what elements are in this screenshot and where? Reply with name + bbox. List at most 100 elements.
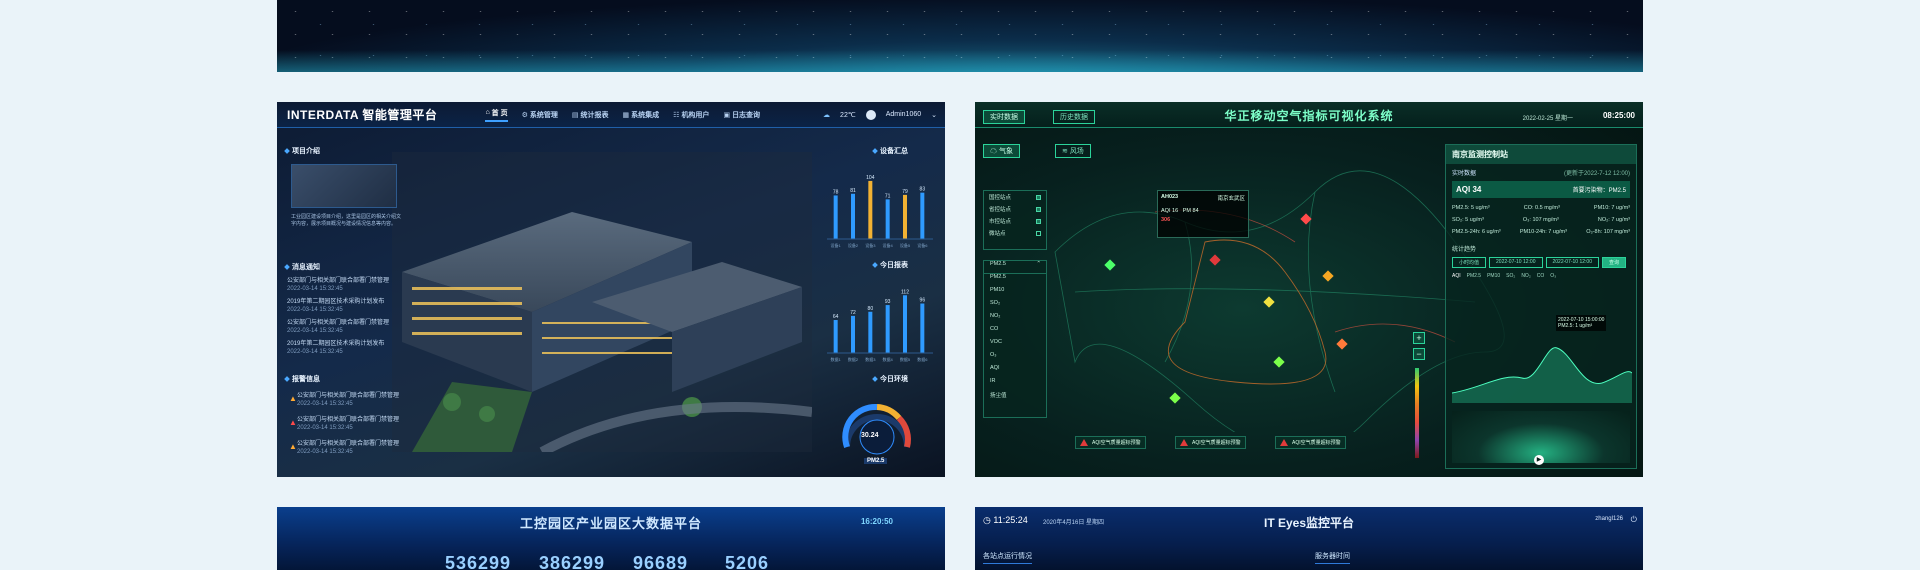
category-label: 设备1 — [831, 242, 842, 248]
panel-title-devices: 设备汇总 — [873, 146, 908, 156]
series-tab[interactable]: O₃ — [1550, 273, 1556, 279]
panel-title-report: 今日报表 — [873, 260, 908, 270]
industrial-park-card[interactable]: 工控园区产业园区大数据平台 16:20:50 536299 386299 966… — [277, 507, 945, 570]
query-button[interactable]: 查询 — [1601, 257, 1626, 268]
power-icon[interactable]: ⏻ — [1631, 515, 1637, 525]
aqi-color-scale — [1415, 368, 1419, 458]
air-quality-dashboard-card[interactable]: 华正移动空气指标可视化系统 实时数据 历史数据 2022-02-25 星期一 0… — [975, 102, 1643, 477]
stat-number: 386299 — [539, 553, 606, 570]
brand-title: INTERDATA 智能管理平台 — [287, 108, 438, 122]
nav-logs[interactable]: ▣ 日志查询 — [723, 108, 760, 122]
pollutant-option[interactable]: IR — [984, 378, 1046, 391]
series-tab[interactable]: AQI — [1452, 273, 1461, 279]
user-name[interactable]: Admin1060 — [886, 111, 921, 118]
alarm-item[interactable]: 公安部门与相关部门联合部署门禁管理 2022-03-14 15:32:45 — [297, 416, 407, 432]
play-icon[interactable]: ▶ — [1534, 455, 1544, 465]
alert-item[interactable]: AQI空气质量超标预警 — [1175, 436, 1246, 449]
alert-item[interactable]: AQI空气质量超标预警 — [1275, 436, 1346, 449]
news-item[interactable]: 公安部门与相关部门联合部署门禁管理 2022-03-14 15:32:45 — [287, 319, 397, 335]
date-text: 2022-02-25 星期一 — [1522, 116, 1573, 122]
category-label: 设备2 — [848, 242, 859, 248]
pollutant-option[interactable]: CO — [984, 326, 1046, 339]
warning-icon: ▲ — [289, 394, 297, 403]
nav-integration[interactable]: ▦ 系统集成 — [623, 108, 660, 122]
series-tab[interactable]: NO₂ — [1521, 273, 1530, 279]
clock-text: 16:20:50 — [860, 517, 893, 526]
intro-text: 工业园区建设项目介绍，这里是园区的相关介绍文字内容，展示项目概况与建设情况信息等… — [291, 214, 402, 227]
bar — [920, 303, 925, 353]
bar — [885, 305, 890, 353]
stat-number: 5206 — [725, 553, 770, 570]
category-label: 设备6 — [917, 242, 928, 248]
section-title: 服务器时间 — [1315, 551, 1350, 564]
pollutant-option[interactable]: PM2.5 — [984, 274, 1046, 287]
it-eyes-card[interactable]: ◷ 11:25:24 2020年4月16日 星期四 IT Eyes监控平台 zh… — [975, 507, 1643, 570]
layer-row[interactable]: 国控站点 — [984, 191, 1046, 203]
zoom-in-button[interactable]: + — [1413, 332, 1425, 344]
pollutant-table: PM2.5: 5 ug/m³ CO: 0.5 mg/m³ PM10: 7 ug/m³… — [1446, 198, 1636, 242]
category-label: 数据5 — [900, 356, 911, 362]
chevron-up-icon: ⌃ — [1036, 261, 1041, 267]
layer-row[interactable]: 市控站点 — [984, 215, 1046, 227]
nav-home[interactable]: ⌂ 首 页 — [485, 108, 508, 122]
news-item[interactable]: 2019年第二期园区技术采购计划发布 2022-03-14 15:32:45 — [287, 298, 397, 314]
chart-tooltip: 2022-07-10 15:00:00 PM2.5: 1 ug/m³ — [1556, 315, 1607, 331]
realtime-button[interactable]: 实时数据 — [983, 110, 1025, 124]
user-name[interactable]: zhangl126 — [1595, 516, 1623, 522]
pollutant-row: PM2.5: 5 ug/m³ CO: 0.5 mg/m³ PM10: 7 ug/m³ — [1452, 205, 1630, 211]
series-tab[interactable]: CO — [1537, 273, 1545, 279]
pollutant-select[interactable]: PM2.5 ⌃ — [984, 261, 1046, 274]
interval-select[interactable]: 小时均值 — [1452, 257, 1487, 268]
pollutant-option[interactable]: O₃ — [984, 352, 1046, 365]
nav-system[interactable]: ⚙ 系统管理 — [522, 108, 558, 122]
category-label: 设备5 — [900, 242, 911, 248]
pollutant-option[interactable]: SO₂ — [984, 300, 1046, 313]
zoom-out-button[interactable]: − — [1413, 348, 1425, 360]
bar — [833, 320, 838, 353]
pollutant-option[interactable]: NO₂ — [984, 313, 1046, 326]
alarm-item[interactable]: 公安部门与相关部门联合部署门禁管理 2022-03-14 15:32:45 — [297, 440, 407, 456]
pollutant-row: PM2.5-24h: 6 ug/m³ PM10-24h: 7 ug/m³ O₃-8h… — [1452, 229, 1630, 235]
series-tab[interactable]: SO₂ — [1506, 273, 1515, 279]
update-time: (更新于2022-7-12 12:00) — [1563, 171, 1630, 177]
chevron-down-icon[interactable]: ⌄ — [931, 111, 937, 119]
main-nav: ⌂ 首 页 ⚙ 系统管理 ▤ 统计报表 ▦ 系统集成 ☷ 机构用户 ▣ 日志查询 — [485, 108, 760, 122]
nav-reports[interactable]: ▤ 统计报表 — [572, 108, 609, 122]
pollutant-option[interactable]: VOC — [984, 339, 1046, 352]
bar-value-label: 96 — [920, 298, 926, 304]
end-date-input[interactable]: 2022-07-10 12:00 — [1545, 257, 1599, 268]
interdata-dashboard-card[interactable]: INTERDATA 智能管理平台 ⌂ 首 页 ⚙ 系统管理 ▤ 统计报表 ▦ 系… — [277, 102, 945, 477]
series-tab[interactable]: PM10 — [1487, 273, 1500, 279]
region-map — [1054, 170, 1505, 432]
panel-title-news: 消息通知 — [285, 262, 320, 272]
alert-item[interactable]: AQI空气质量超标预警 — [1075, 436, 1146, 449]
bar-value-label: 64 — [833, 314, 839, 320]
layer-row[interactable]: 微站点 — [984, 227, 1046, 239]
bar — [868, 180, 873, 239]
category-label: 数据2 — [848, 356, 859, 362]
news-item[interactable]: 2019年第二期园区技术采购计划发布 2022-03-14 15:32:45 — [287, 340, 397, 356]
series-tab[interactable]: PM2.5 — [1467, 273, 1481, 279]
pollutant-option[interactable]: AQI — [984, 365, 1046, 378]
nav-users[interactable]: ☷ 机构用户 — [673, 108, 709, 122]
history-button[interactable]: 历史数据 — [1053, 110, 1095, 124]
tab-wind[interactable]: ≋ 风场 — [1055, 144, 1091, 158]
aqi-trend-chart — [1452, 347, 1632, 403]
pollutant-row: SO₂: 5 ug/m³ O₃: 107 mg/m³ NO₂: 7 ug/m³ — [1452, 217, 1630, 223]
device-bar-chart: 78 设备1 81 设备2 104 设备3 71 设备4 79 设备5 83 设备6 — [827, 175, 933, 248]
panel-title-intro: 项目介绍 — [285, 146, 320, 156]
layer-panel: 国控站点 省控站点 市控站点 微站点 — [983, 190, 1047, 250]
start-date-input[interactable]: 2022-07-10 12:00 — [1489, 257, 1543, 268]
bar — [868, 311, 873, 353]
category-label: 数据3 — [865, 356, 876, 362]
layer-row[interactable]: 省控站点 — [984, 203, 1046, 215]
pollutant-option[interactable]: PM10 — [984, 287, 1046, 300]
bar-value-label: 78 — [833, 189, 839, 195]
avatar[interactable] — [865, 109, 876, 120]
pm25-gauge — [842, 403, 911, 455]
tab-weather[interactable]: ☁ 气象 — [983, 144, 1020, 158]
date-text: 2020年4月16日 星期四 — [1043, 520, 1105, 526]
alarm-item[interactable]: 公安部门与相关部门联合部署门禁管理 2022-03-14 15:32:45 — [297, 392, 407, 408]
pollutant-option[interactable]: 扬尘值 — [984, 391, 1046, 404]
news-item[interactable]: 公安部门与相关部门联合部署门禁管理 2022-03-14 15:32:45 — [287, 277, 397, 293]
